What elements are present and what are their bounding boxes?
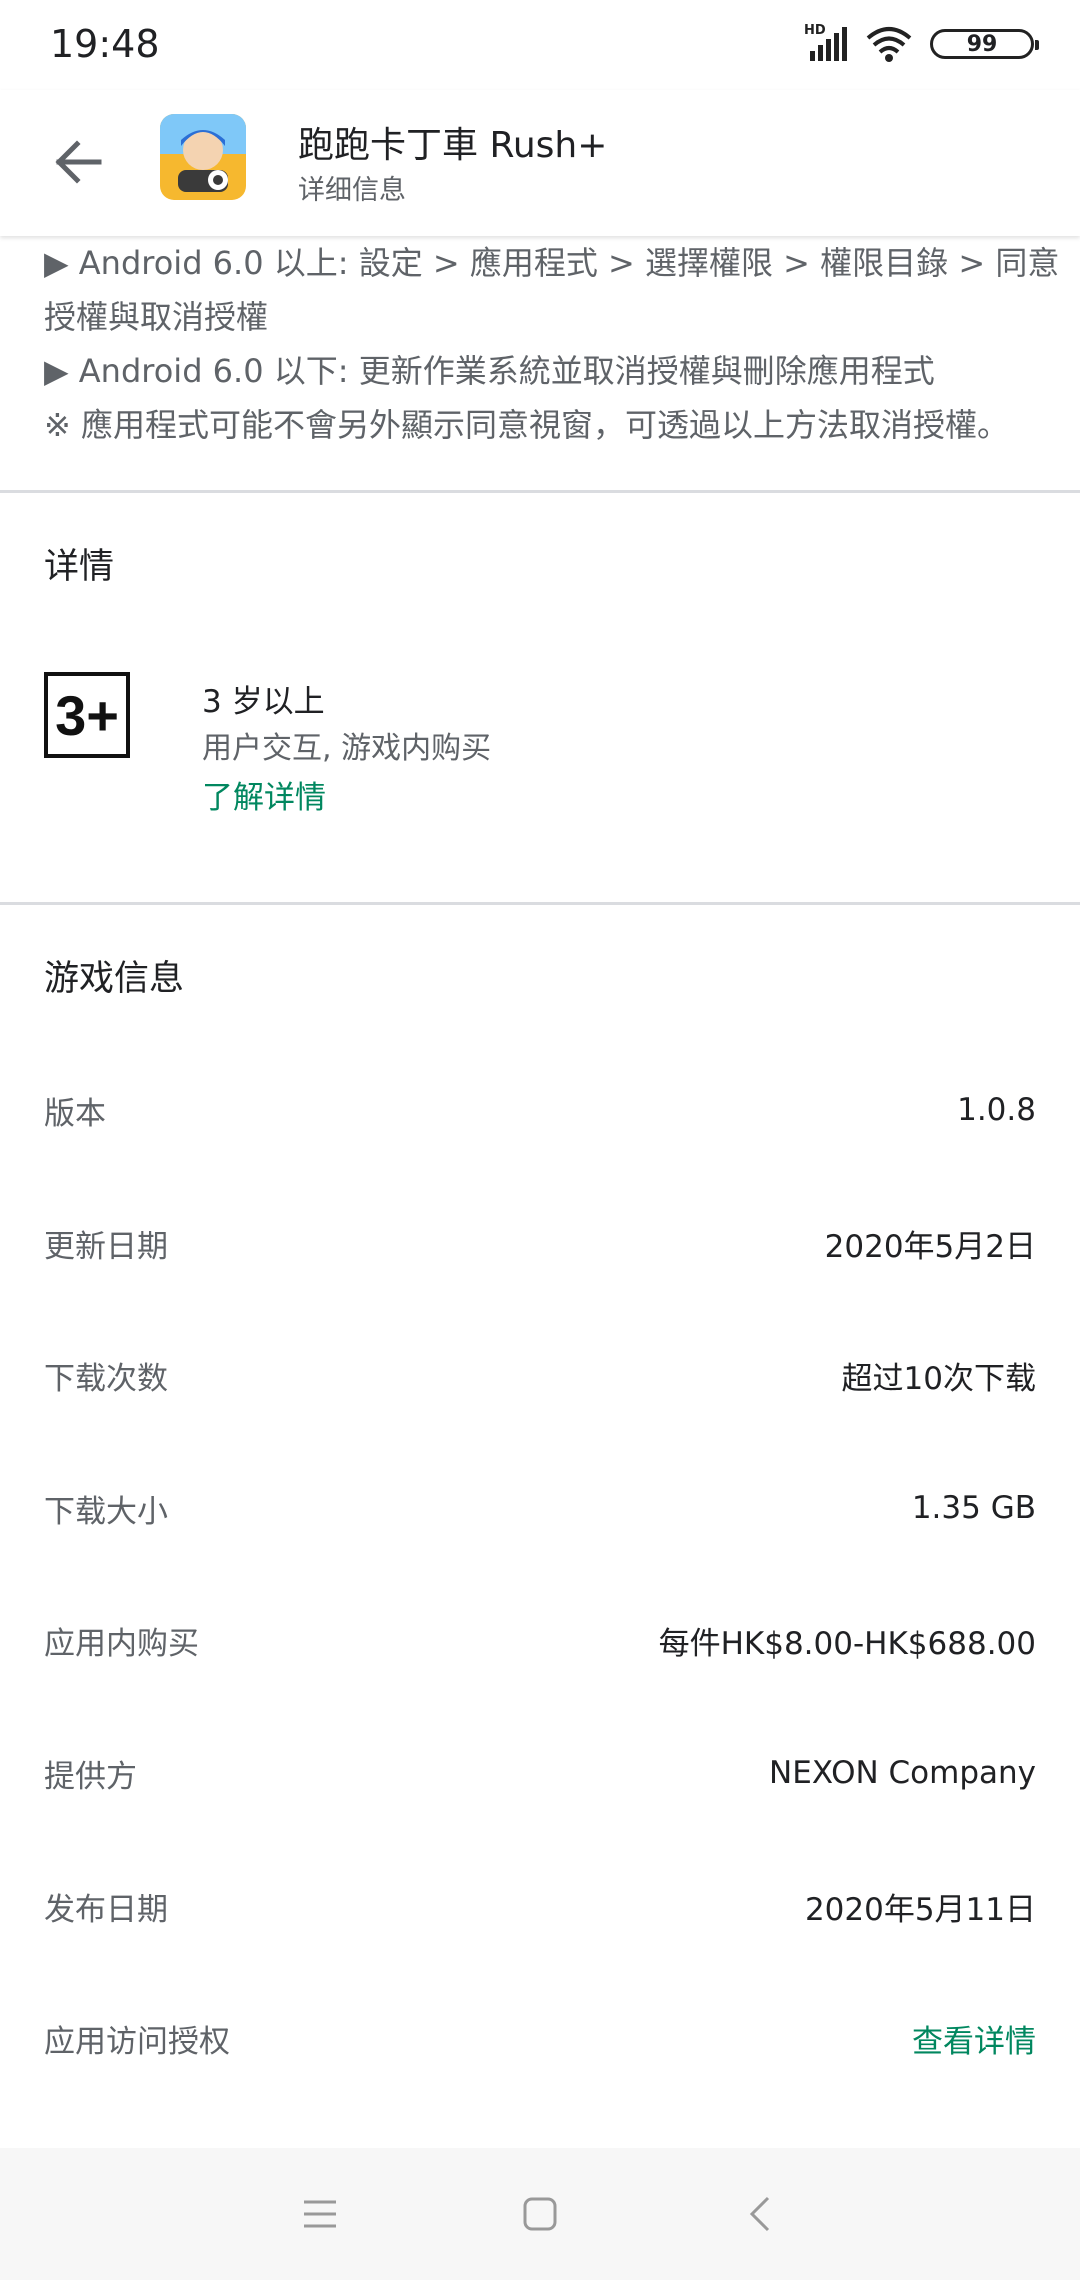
info-value: 2020年5月11日	[804, 1891, 1036, 1928]
wifi-icon	[866, 27, 912, 62]
permission-line: ※ 應用程式可能不會另外顯示同意視窗，可透過以上方法取消授權。	[44, 406, 1009, 444]
permission-notes: ▶ Android 6.0 以上: 設定 > 應用程式 > 選擇權限 > 權限目…	[44, 236, 1060, 452]
info-label: 下载大小	[44, 1493, 168, 1530]
back-button[interactable]	[46, 130, 110, 194]
section-divider	[0, 902, 1080, 905]
age-rating-badge: 3+	[44, 672, 130, 758]
recents-button[interactable]	[285, 2179, 355, 2249]
section-divider	[0, 490, 1080, 493]
arrow-left-icon	[55, 140, 102, 184]
age-rating-label: 3 岁以上	[202, 684, 325, 720]
status-bar: 19:48 HD 99	[0, 0, 1080, 90]
permission-line: 授權與取消授權	[44, 298, 269, 336]
info-row-permissions: 应用访问授权 查看详情	[44, 2008, 1036, 2068]
app-icon	[160, 114, 246, 200]
battery-level: 99	[966, 31, 998, 57]
info-value: 2020年5月2日	[824, 1228, 1036, 1265]
info-row-in-app-purchases: 应用内购买 每件HK$8.00-HK$688.00	[44, 1610, 1036, 1670]
info-label: 发布日期	[44, 1891, 168, 1928]
info-row-downloads: 下载次数 超过10次下载	[44, 1345, 1036, 1405]
info-value: NEXON Company	[769, 1755, 1036, 1791]
status-time: 19:48	[50, 22, 160, 66]
view-details-link[interactable]: 查看详情	[912, 2016, 1036, 2061]
info-value: 1.0.8	[957, 1092, 1036, 1128]
permission-line: ▶ Android 6.0 以下: 更新作業系統並取消授權與刪除應用程式	[44, 352, 935, 390]
info-row-updated: 更新日期 2020年5月2日	[44, 1213, 1036, 1273]
home-icon	[523, 2197, 557, 2231]
learn-more-link[interactable]: 了解详情	[202, 772, 326, 817]
app-title: 跑跑卡丁車 Rush+	[298, 125, 608, 166]
info-row-release-date: 发布日期 2020年5月11日	[44, 1876, 1036, 1936]
info-value: 超过10次下载	[841, 1360, 1036, 1397]
details-section-title: 详情	[44, 547, 115, 587]
rating-descriptors: 用户交互, 游戏内购买	[202, 731, 492, 766]
info-label: 版本	[44, 1095, 106, 1132]
game-info-section-title: 游戏信息	[44, 959, 185, 999]
info-label: 提供方	[44, 1758, 137, 1795]
back-icon	[749, 2196, 770, 2232]
info-value: 每件HK$8.00-HK$688.00	[658, 1625, 1036, 1662]
info-label: 更新日期	[44, 1228, 168, 1265]
nav-back-button[interactable]	[725, 2179, 795, 2249]
info-value: 1.35 GB	[911, 1490, 1036, 1526]
page-subtitle: 详细信息	[298, 175, 406, 206]
status-icons: HD 99	[804, 23, 1039, 64]
menu-icon	[304, 2200, 336, 2228]
info-label: 应用访问授权	[44, 2023, 230, 2060]
info-row-version: 版本 1.0.8	[44, 1080, 1036, 1140]
home-button[interactable]	[505, 2179, 575, 2249]
system-nav-bar	[0, 2148, 1080, 2280]
battery-indicator: 99	[930, 29, 1039, 59]
info-label: 应用内购买	[44, 1625, 199, 1662]
app-bar: 跑跑卡丁車 Rush+ 详细信息	[0, 90, 1080, 236]
info-row-size: 下载大小 1.35 GB	[44, 1478, 1036, 1538]
info-row-provider: 提供方 NEXON Company	[44, 1743, 1036, 1803]
info-label: 下载次数	[44, 1360, 168, 1397]
signal-icon: HD	[804, 23, 848, 61]
permission-line: ▶ Android 6.0 以上: 設定 > 應用程式 > 選擇權限 > 權限目…	[44, 244, 1060, 282]
